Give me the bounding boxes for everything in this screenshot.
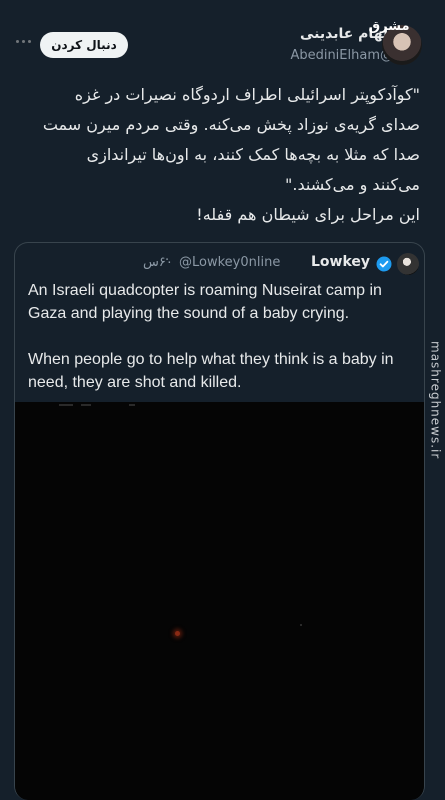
video-artifact (59, 402, 159, 410)
video-artifact-dot (300, 624, 302, 626)
quoted-tweet-card[interactable]: Lowkey @Lowkey0nline · ۶۰س An Israeli qu… (14, 242, 425, 800)
quoted-video-player[interactable] (15, 402, 424, 800)
quoted-author-handle[interactable]: @Lowkey0nline (179, 255, 280, 270)
quoted-tweet-header: Lowkey @Lowkey0nline · ۶۰س (15, 251, 424, 277)
more-options-icon[interactable] (16, 38, 32, 44)
quoted-author-avatar[interactable] (397, 253, 419, 275)
watermark: mashreghnews.ir (426, 0, 445, 800)
quoted-tweet-text: An Israeli quadcopter is roaming Nuseira… (28, 282, 394, 391)
follow-button[interactable]: دنبال کردن (40, 32, 128, 58)
tweet-text: "کوآدکوپتر اسرائیلی اطراف اردوگاه نصیرات… (42, 85, 420, 224)
quoted-timestamp[interactable]: ۶۰س (143, 255, 173, 270)
brand-logo-text: مشرق (368, 18, 410, 34)
brand-logo: مشرق (369, 14, 410, 38)
video-light-point (175, 631, 180, 636)
verified-badge-icon (376, 256, 392, 272)
watermark-text: mashreghnews.ir (428, 340, 443, 460)
author-handle[interactable]: @AbediniElham (290, 46, 393, 66)
quoted-author-name[interactable]: Lowkey (311, 254, 370, 270)
